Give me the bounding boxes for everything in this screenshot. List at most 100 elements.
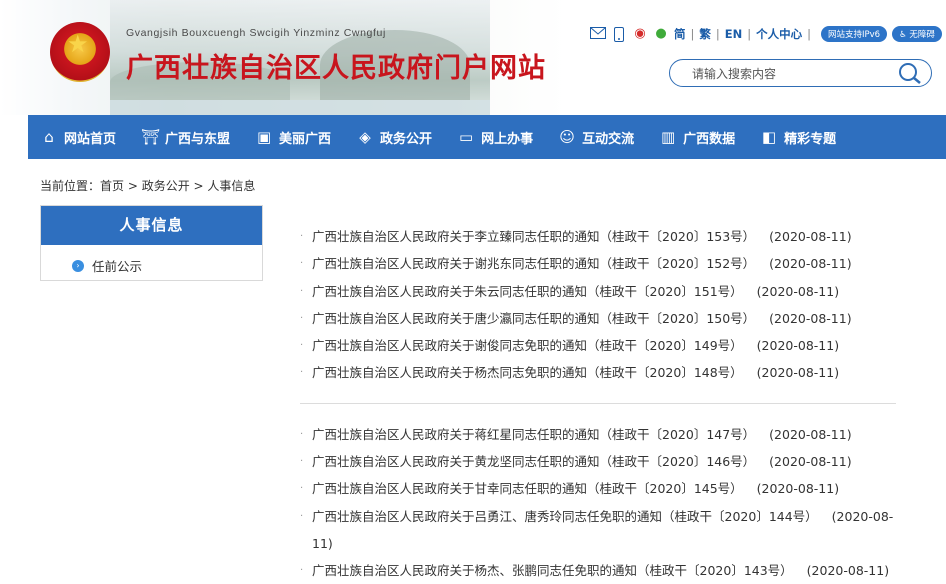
list-item[interactable]: · 广西壮族自治区人民政府关于杨杰同志免职的通知（桂政干〔2020〕148号） (2… xyxy=(300,359,900,386)
monitor-icon: ▭ xyxy=(458,128,474,146)
article-date: (2020-08-11) xyxy=(756,365,840,381)
list-item[interactable]: · 广西壮族自治区人民政府关于李立臻同志任职的通知（桂政干〔2020〕153号） (… xyxy=(300,223,900,250)
wechat-icon[interactable]: ● xyxy=(653,27,669,41)
simplified-chinese-link[interactable]: 简 xyxy=(674,26,686,42)
list-item[interactable]: · 广西壮族自治区人民政府关于朱云同志任职的通知（桂政干〔2020〕151号） (2… xyxy=(300,278,900,305)
list-item[interactable]: · 广西壮族自治区人民政府关于杨杰、张鹏同志任免职的通知（桂政干〔2020〕143… xyxy=(300,557,900,584)
national-emblem-icon[interactable]: ★ xyxy=(50,22,110,82)
nav-item-beautiful-guangxi[interactable]: ▣ 美丽广西 xyxy=(243,115,344,159)
bullet-icon: · xyxy=(300,231,304,242)
nav-item-guangxi-data[interactable]: ▥ 广西数据 xyxy=(647,115,748,159)
nav-item-online-services[interactable]: ▭ 网上办事 xyxy=(445,115,546,159)
article-title-link[interactable]: 广西壮族自治区人民政府关于杨杰、张鹏同志任免职的通知（桂政干〔2020〕143号… xyxy=(312,557,793,584)
toolbar-divider: | xyxy=(715,27,720,41)
main-nav: ⌂ 网站首页 ⛩ 广西与东盟 ▣ 美丽广西 ◈ 政务公开 ▭ 网上办事 ☺ 互动… xyxy=(28,115,946,159)
article-date: (2020-08-11) xyxy=(756,338,840,354)
breadcrumb-home-link[interactable]: 首页 xyxy=(100,179,124,193)
nav-item-interaction[interactable]: ☺ 互动交流 xyxy=(546,115,647,159)
search-box xyxy=(669,59,932,87)
toolbar-divider: | xyxy=(807,27,811,41)
bullet-icon: · xyxy=(300,285,304,297)
article-list: · 广西壮族自治区人民政府关于李立臻同志任职的通知（桂政干〔2020〕153号） (… xyxy=(300,223,900,584)
bullet-icon: · xyxy=(300,312,304,324)
traditional-chinese-link[interactable]: 繁 xyxy=(699,26,711,42)
list-divider xyxy=(300,402,896,404)
bullet-icon: · xyxy=(300,428,304,440)
sidebar-item-pre-appointment-notice[interactable]: › 任前公示 xyxy=(72,256,142,275)
mail-icon[interactable] xyxy=(590,27,606,41)
ipv6-badge[interactable]: 网站支持IPv6 xyxy=(820,26,888,42)
nav-item-guangxi-asean[interactable]: ⛩ 广西与东盟 xyxy=(129,115,243,159)
article-title-link[interactable]: 广西壮族自治区人民政府关于蒋红星同志任职的通知（桂政干〔2020〕147号） xyxy=(312,421,755,448)
list-item[interactable]: · 广西壮族自治区人民政府关于黄龙坚同志任职的通知（桂政干〔2020〕146号） (… xyxy=(300,448,900,475)
list-item[interactable]: · 广西壮族自治区人民政府关于唐少瀛同志任职的通知（桂政干〔2020〕150号） (… xyxy=(300,305,900,332)
list-item[interactable]: · 广西壮族自治区人民政府关于甘幸同志任职的通知（桂政干〔2020〕145号） (2… xyxy=(300,475,900,502)
article-date: (2020-08-11) xyxy=(769,454,852,470)
sidebar-title: 人事信息 xyxy=(41,206,262,245)
site-pinyin-name: Gvangjsih Bouxcuengh Swcigih Yinzminz Cw… xyxy=(126,27,386,39)
nav-item-label: 美丽广西 xyxy=(279,131,332,147)
layers-icon: ◈ xyxy=(359,128,371,146)
personal-center-link[interactable]: 个人中心 xyxy=(756,26,802,42)
nav-item-home[interactable]: ⌂ 网站首页 xyxy=(28,115,129,159)
list-item[interactable]: · 广西壮族自治区人民政府关于吕勇江、唐秀玲同志任免职的通知（桂政干〔2020〕1… xyxy=(300,503,900,557)
article-title-link[interactable]: 广西壮族自治区人民政府关于谢兆东同志任职的通知（桂政干〔2020〕152号） xyxy=(312,250,755,277)
sidebar-item-label: 任前公示 xyxy=(92,259,143,274)
breadcrumb-prefix: 当前位置： xyxy=(40,179,101,193)
article-title-link[interactable]: 广西壮族自治区人民政府关于甘幸同志任职的通知（桂政干〔2020〕145号） xyxy=(312,475,743,502)
article-date: (2020-08-11) xyxy=(756,481,840,497)
list-item[interactable]: · 广西壮族自治区人民政府关于谢兆东同志任职的通知（桂政干〔2020〕152号） (… xyxy=(300,250,900,277)
sidebar: 人事信息 › 任前公示 xyxy=(40,205,263,281)
list-item[interactable]: · 广西壮族自治区人民政府关于蒋红星同志任职的通知（桂政干〔2020〕147号） (… xyxy=(300,421,900,448)
bullet-icon: · xyxy=(300,483,304,495)
nav-item-label: 精彩专题 xyxy=(784,131,837,147)
toolbar-divider: | xyxy=(747,27,752,41)
search-input[interactable] xyxy=(690,64,894,84)
article-title-link[interactable]: 广西壮族自治区人民政府关于杨杰同志免职的通知（桂政干〔2020〕148号） xyxy=(312,359,743,386)
search-icon[interactable] xyxy=(897,61,923,85)
list-item[interactable]: · 广西壮族自治区人民政府关于谢俊同志免职的通知（桂政干〔2020〕149号） (2… xyxy=(300,332,900,359)
monument-icon: ⛩ xyxy=(141,128,161,146)
article-date: (2020-08-11) xyxy=(769,229,852,244)
nav-item-label: 网站首页 xyxy=(64,131,117,147)
article-date: (2020-08-11) xyxy=(769,256,852,272)
article-title-link[interactable]: 广西壮族自治区人民政府关于李立臻同志任职的通知（桂政干〔2020〕153号） xyxy=(312,223,755,250)
arrow-right-icon: › xyxy=(72,259,84,272)
article-title-link[interactable]: 广西壮族自治区人民政府关于谢俊同志免职的通知（桂政干〔2020〕149号） xyxy=(312,332,743,359)
breadcrumb: 当前位置：首页 > 政务公开 > 人事信息 xyxy=(40,177,255,194)
chart-icon: ▥ xyxy=(661,128,676,146)
article-title-link[interactable]: 广西壮族自治区人民政府关于吕勇江、唐秀玲同志任免职的通知（桂政干〔2020〕14… xyxy=(312,509,818,524)
river-shape xyxy=(110,100,490,115)
article-date: (2020-08-11) xyxy=(756,283,840,299)
wheelchair-icon: ♿ xyxy=(899,30,907,40)
mobile-icon[interactable] xyxy=(611,27,627,42)
home-icon: ⌂ xyxy=(44,128,54,146)
article-title-link[interactable]: 广西壮族自治区人民政府关于唐少瀛同志任职的通知（桂政干〔2020〕150号） xyxy=(312,305,755,332)
bullet-icon: · xyxy=(300,564,304,576)
article-title-link[interactable]: 广西壮族自治区人民政府关于黄龙坚同志任职的通知（桂政干〔2020〕146号） xyxy=(312,448,755,475)
bullet-icon: · xyxy=(300,258,304,270)
breadcrumb-current[interactable]: 人事信息 xyxy=(207,179,255,193)
topic-icon: ◧ xyxy=(762,128,777,146)
toolbar-divider: | xyxy=(690,27,695,41)
site-title[interactable]: 广西壮族自治区人民政府门户网站 xyxy=(126,46,546,85)
bullet-icon: · xyxy=(300,456,304,468)
english-link[interactable]: EN xyxy=(725,27,742,41)
picture-icon: ▣ xyxy=(256,128,272,146)
nav-item-label: 政务公开 xyxy=(380,131,433,147)
bullet-icon: · xyxy=(300,367,304,379)
people-icon: ☺ xyxy=(559,128,575,146)
star-icon: ★ xyxy=(67,30,89,58)
breadcrumb-section-link[interactable]: 政务公开 xyxy=(142,179,190,193)
bullet-icon: · xyxy=(300,340,304,352)
weibo-icon[interactable]: ◉ xyxy=(632,27,648,41)
nav-item-special-topics[interactable]: ◧ 精彩专题 xyxy=(748,115,849,159)
accessibility-badge[interactable]: ♿ 无障碍 xyxy=(892,26,942,42)
breadcrumb-separator: > xyxy=(124,179,142,193)
nav-item-government-affairs[interactable]: ◈ 政务公开 xyxy=(344,115,445,159)
article-group: · 广西壮族自治区人民政府关于李立臻同志任职的通知（桂政干〔2020〕153号） (… xyxy=(300,223,900,387)
article-group: · 广西壮族自治区人民政府关于蒋红星同志任职的通知（桂政干〔2020〕147号） (… xyxy=(300,421,900,584)
bullet-icon: · xyxy=(300,510,304,522)
article-title-link[interactable]: 广西壮族自治区人民政府关于朱云同志任职的通知（桂政干〔2020〕151号） xyxy=(312,278,743,305)
site-header: ★ Gvangjsih Bouxcuengh Swcigih Yinzminz … xyxy=(0,0,946,115)
